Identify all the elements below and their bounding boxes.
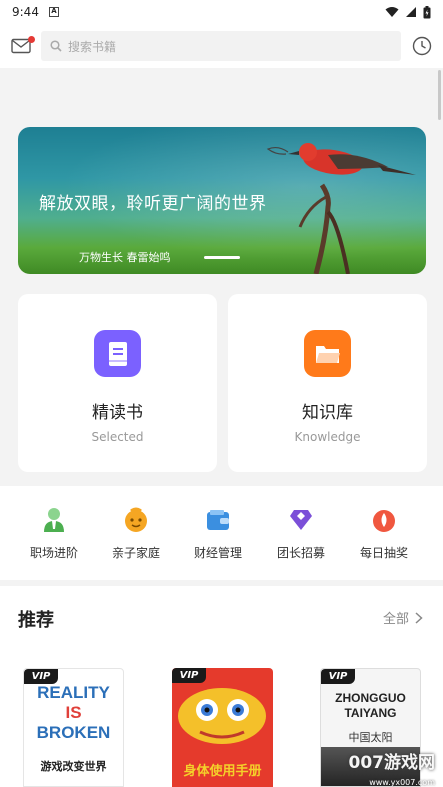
history-button[interactable] bbox=[411, 35, 433, 57]
wallet-icon bbox=[204, 506, 232, 534]
scrollbar[interactable] bbox=[438, 70, 441, 120]
top-bar: 搜索书籍 bbox=[0, 24, 443, 68]
vip-badge: VIP bbox=[24, 669, 58, 684]
cover-title-cn: 中国太阳 bbox=[348, 731, 393, 744]
category-daily-lottery[interactable]: 每日抽奖 bbox=[344, 506, 424, 561]
watermark: 007游戏网 bbox=[348, 753, 436, 773]
recommend-section: 推荐 全部 VIP REALITY IS BROKEN 游戏改变世界 VIP 身… bbox=[0, 586, 443, 787]
card-subtitle: Selected bbox=[91, 430, 144, 444]
cover-title-cn: 身体使用手册 bbox=[183, 764, 262, 779]
book-cover[interactable]: VIP 身体使用手册 bbox=[172, 668, 273, 787]
folder-icon bbox=[304, 330, 351, 377]
category-career[interactable]: 职场进阶 bbox=[14, 506, 94, 561]
category-finance[interactable]: 财经管理 bbox=[178, 506, 258, 561]
category-row: 职场进阶 亲子家庭 财经管理 团长招募 每日抽奖 bbox=[0, 486, 443, 580]
category-leader-recruit[interactable]: 团长招募 bbox=[261, 506, 341, 561]
notification-a-icon: A bbox=[48, 7, 59, 17]
drop-icon bbox=[370, 506, 398, 534]
status-bar: 9:44 A bbox=[0, 0, 443, 24]
eyes-illustration bbox=[178, 688, 266, 744]
status-time: 9:44 bbox=[12, 5, 39, 19]
search-input[interactable]: 搜索书籍 bbox=[40, 31, 402, 61]
cover-title-en: ZHONGGUO TAIYANG bbox=[321, 691, 420, 721]
category-label: 财经管理 bbox=[193, 546, 242, 560]
unread-dot bbox=[27, 36, 35, 43]
cover-title-en: REALITY IS BROKEN bbox=[24, 683, 123, 743]
signal-icon bbox=[406, 7, 416, 17]
category-family[interactable]: 亲子家庭 bbox=[96, 506, 176, 561]
watermark-url: www.yx007.com bbox=[369, 778, 435, 787]
cover-title-cn: 游戏改变世界 bbox=[40, 760, 107, 773]
vip-badge: VIP bbox=[321, 669, 355, 684]
cover-line: BROKEN bbox=[36, 723, 111, 742]
vip-badge: VIP bbox=[172, 668, 206, 683]
view-all-link[interactable]: 全部 bbox=[383, 608, 423, 627]
book-icon bbox=[94, 330, 141, 377]
banner-subtitle: 万物生长 春雷始鸣 bbox=[79, 251, 171, 264]
banner-carousel[interactable]: 解放双眼，聆听更广阔的世界 万物生长 春雷始鸣 bbox=[18, 127, 426, 274]
search-placeholder: 搜索书籍 bbox=[67, 39, 116, 54]
cover-line: TAIYANG bbox=[344, 706, 397, 720]
category-label: 亲子家庭 bbox=[111, 546, 160, 560]
cover-line: ZHONGGUO bbox=[335, 691, 406, 705]
banner-title: 解放双眼，聆听更广阔的世界 bbox=[39, 194, 267, 214]
cover-line: REALITY bbox=[37, 683, 110, 702]
carousel-indicator bbox=[204, 256, 240, 259]
category-label: 团长招募 bbox=[276, 546, 325, 560]
chevron-right-icon bbox=[415, 611, 423, 624]
book-cover[interactable]: VIP REALITY IS BROKEN 游戏改变世界 bbox=[23, 668, 124, 787]
card-subtitle: Knowledge bbox=[294, 430, 361, 444]
wifi-icon bbox=[385, 7, 399, 17]
card-knowledge[interactable]: 知识库 Knowledge bbox=[228, 294, 427, 472]
cover-line: IS bbox=[65, 703, 82, 722]
card-selected-books[interactable]: 精读书 Selected bbox=[18, 294, 217, 472]
card-title: 精读书 bbox=[92, 403, 143, 423]
card-title: 知识库 bbox=[302, 403, 353, 423]
career-icon bbox=[40, 506, 68, 534]
view-all-label: 全部 bbox=[382, 612, 409, 627]
clock-icon bbox=[412, 36, 432, 56]
child-icon bbox=[122, 506, 150, 534]
search-icon bbox=[50, 40, 62, 52]
category-label: 每日抽奖 bbox=[359, 546, 408, 560]
category-label: 职场进阶 bbox=[29, 546, 78, 560]
message-button[interactable] bbox=[10, 35, 35, 57]
section-title: 推荐 bbox=[18, 610, 54, 631]
diamond-icon bbox=[287, 506, 315, 534]
battery-icon bbox=[423, 5, 431, 18]
